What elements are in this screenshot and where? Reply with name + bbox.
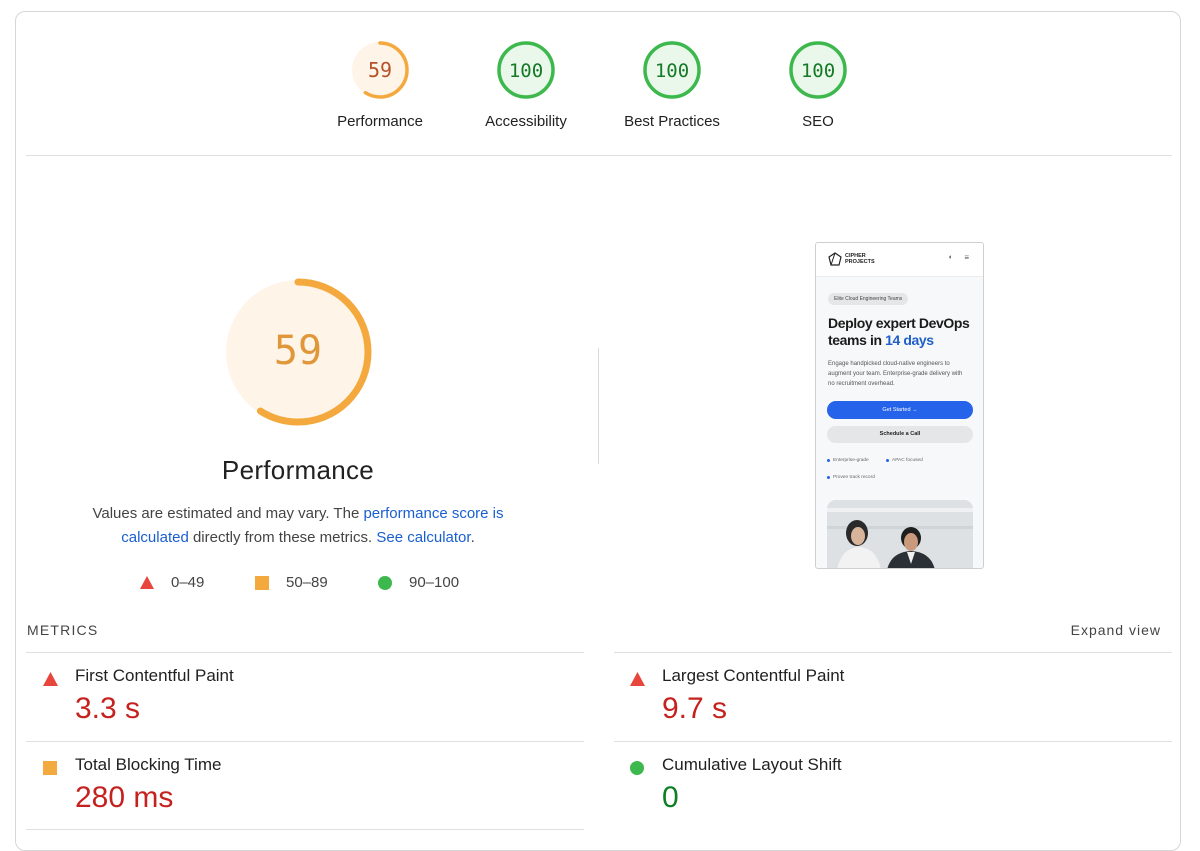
svg-text:100: 100	[509, 60, 543, 82]
gauge-ring: 100	[643, 41, 701, 99]
description-text: .	[470, 529, 475, 546]
circle-pass-icon	[378, 575, 392, 590]
metric-label: First Contentful Paint	[75, 666, 234, 685]
screenshot-navbar: CIPHER PROJECTS ◐ ≡	[816, 243, 983, 277]
expand-view-toggle[interactable]: Expand view	[1071, 622, 1161, 638]
description-text: Values are estimated and may vary. The	[92, 505, 364, 522]
svg-text:59: 59	[368, 58, 392, 82]
svg-text:100: 100	[655, 60, 689, 82]
legend-label: 50–89	[286, 574, 328, 591]
feature-item: Proven track record	[827, 475, 875, 480]
hero-headline: Deploy expert DevOps teams in 14 days	[828, 315, 978, 349]
legend-average: 50–89	[255, 574, 328, 591]
logo-icon	[828, 252, 842, 266]
headline-accent: 14 days	[885, 332, 934, 348]
see-calculator-link[interactable]: See calculator	[376, 529, 470, 546]
metric-value: 280 ms	[75, 781, 174, 814]
description-text: directly from these metrics.	[188, 529, 377, 546]
gauge-label: Performance	[337, 113, 423, 130]
gauge-label: Best Practices	[624, 113, 720, 130]
performance-description: Values are estimated and may vary. The p…	[58, 502, 538, 550]
hero-badge: Elite Cloud Engineering Teams	[828, 293, 909, 305]
metric-cumulative-layout-shift: Cumulative Layout Shift 0	[614, 755, 1164, 825]
logo-line: PROJECTS	[845, 259, 875, 265]
gauge-performance[interactable]: 59 Performance	[305, 40, 455, 130]
gauge-best-practices[interactable]: 100 Best Practices	[597, 40, 747, 130]
triangle-fail-icon	[630, 672, 645, 686]
metric-label: Total Blocking Time	[75, 755, 222, 774]
triangle-fail-icon	[43, 672, 58, 686]
gauge-ring: 59	[351, 41, 409, 99]
circle-pass-icon	[630, 761, 644, 775]
gauge-label: SEO	[802, 113, 834, 130]
gauge-seo[interactable]: 100 SEO	[743, 40, 893, 130]
gauge-accessibility[interactable]: 100 Accessibility	[451, 40, 601, 130]
metrics-heading: METRICS	[27, 622, 99, 638]
metrics-divider	[614, 652, 1172, 653]
legend-label: 90–100	[409, 574, 460, 591]
metric-value: 3.3 s	[75, 692, 141, 725]
metric-label: Largest Contentful Paint	[662, 666, 845, 685]
metrics-divider	[26, 741, 584, 742]
metric-value: 0	[662, 781, 679, 814]
legend-label: 0–49	[171, 574, 205, 591]
square-average-icon	[255, 575, 269, 590]
metric-largest-contentful-paint: Largest Contentful Paint 9.7 s	[614, 666, 1164, 736]
legend-pass: 90–100	[378, 574, 459, 591]
hero-body: Engage handpicked cloud-native engineers…	[828, 361, 963, 387]
site-logo: CIPHER PROJECTS	[828, 252, 875, 266]
square-average-icon	[43, 761, 57, 775]
menu-icon: ≡	[964, 253, 969, 262]
triangle-fail-icon	[140, 576, 154, 589]
vertical-divider	[598, 348, 599, 464]
metric-total-blocking-time: Total Blocking Time 280 ms	[27, 755, 577, 825]
svg-text:100: 100	[801, 60, 835, 82]
feature-item: Enterprise-grade	[827, 458, 869, 463]
hero-photo	[827, 500, 973, 568]
people-photo-illustration	[827, 500, 973, 568]
gauge-label: Accessibility	[485, 113, 567, 130]
schedule-call-button: Schedule a Call	[827, 426, 973, 443]
performance-main-gauge: 59	[224, 278, 372, 426]
score-legend: 0–49 50–89 90–100	[140, 574, 480, 594]
gauge-ring: 100	[789, 41, 847, 99]
metrics-divider	[26, 829, 584, 830]
theme-toggle-icon: ◐	[948, 254, 953, 261]
metric-label: Cumulative Layout Shift	[662, 755, 842, 774]
performance-title: Performance	[221, 455, 375, 485]
metrics-divider	[614, 741, 1172, 742]
metric-value: 9.7 s	[662, 692, 728, 725]
metric-first-contentful-paint: First Contentful Paint 3.3 s	[27, 666, 577, 736]
get-started-button: Get Started →	[827, 401, 973, 419]
gauge-ring: 100	[497, 41, 555, 99]
legend-fail: 0–49	[140, 574, 204, 591]
svg-text:59: 59	[274, 328, 322, 374]
final-screenshot[interactable]: CIPHER PROJECTS ◐ ≡ Elite Cloud Engineer…	[815, 242, 984, 569]
feature-item: APAC focused	[886, 458, 923, 463]
metrics-divider	[26, 652, 584, 653]
header-divider	[26, 155, 1172, 156]
